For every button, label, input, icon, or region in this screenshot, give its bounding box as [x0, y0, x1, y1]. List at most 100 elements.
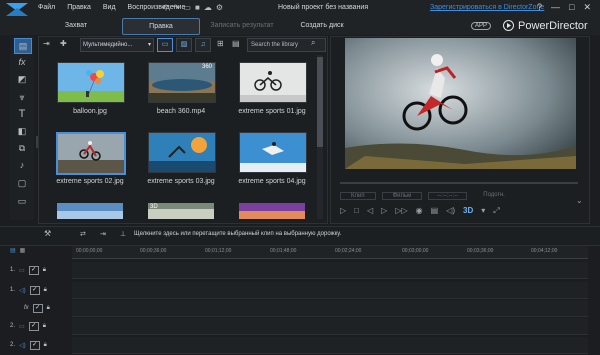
fx-icon[interactable]: fx	[14, 55, 30, 69]
undo-icon[interactable]: ↶	[162, 3, 169, 12]
title-icon[interactable]: T	[14, 107, 30, 121]
audio-filter-icon[interactable]: ♫	[195, 38, 211, 52]
settings-icon[interactable]: ⚙	[216, 3, 223, 12]
chapter-icon[interactable]: ▢	[14, 176, 30, 190]
lock-icon[interactable]: 🔒︎	[43, 267, 46, 274]
track-lane-audio-2[interactable]	[72, 337, 588, 354]
video-filter-icon[interactable]: ▭	[157, 38, 173, 52]
ruler-tick: 00;03;00;00	[402, 248, 429, 254]
ruler-tick: 00;01;12;00	[205, 248, 232, 254]
search-icon[interactable]: ⌕	[311, 38, 315, 48]
save-icon[interactable]: ■	[195, 3, 200, 12]
thumb-extreme-03[interactable]	[148, 132, 216, 173]
track-lane-video-2[interactable]	[72, 318, 588, 335]
storyboard-view-icon[interactable]: ▦	[20, 247, 26, 258]
thumb-extreme-02[interactable]	[56, 132, 126, 175]
detach-preview-icon[interactable]: ⤢	[493, 206, 499, 216]
transition-icon[interactable]: ◧	[14, 124, 30, 138]
quick-toolbar: ↶ ↷ ▭ ■ ☁ ⚙	[162, 3, 223, 12]
menu-file[interactable]: Файл	[38, 4, 55, 11]
subtitle-toggle-icon[interactable]: ▤	[431, 206, 439, 216]
magic-tool-icon[interactable]: ⚒	[44, 229, 51, 238]
track-enable-checkbox[interactable]: ✓	[29, 285, 40, 295]
timeline-view-icon[interactable]: ▤	[10, 247, 16, 258]
folder-icon[interactable]: ▭	[183, 3, 191, 12]
menu-view[interactable]: Вид	[103, 4, 116, 11]
subtitle-icon[interactable]: ▭	[14, 194, 30, 208]
image-filter-icon[interactable]: ▨	[176, 38, 192, 52]
play-icon[interactable]: ▷	[340, 206, 346, 216]
lock-icon[interactable]: 🔒︎	[44, 287, 47, 294]
ruler-tick: 00;01;48;00	[270, 248, 297, 254]
voiceover-icon[interactable]: ♪	[14, 158, 30, 172]
preview-options-icon[interactable]: ▾	[481, 206, 485, 216]
prev-frame-icon[interactable]: ◁	[367, 206, 373, 216]
snapshot-icon[interactable]: ◉	[416, 206, 423, 216]
track-number: 1.	[10, 287, 16, 293]
thumb-extreme-01[interactable]	[239, 62, 307, 103]
stop-icon[interactable]: □	[354, 206, 359, 216]
grid-view-icon[interactable]: ⊞	[217, 39, 224, 48]
fast-forward-icon[interactable]: ▷▷	[395, 206, 407, 216]
next-frame-icon[interactable]: ▷	[381, 206, 387, 216]
brand-logo-icon	[503, 20, 514, 31]
media-filter-dropdown[interactable]: Мультимедийно... ▾	[80, 38, 154, 52]
track-lane-fx[interactable]	[72, 300, 588, 317]
tab-create-disc[interactable]: Создать диск	[284, 18, 360, 33]
clip-mode-button[interactable]: Клип	[340, 192, 376, 200]
minimize-button[interactable]: —	[551, 2, 560, 13]
lock-icon[interactable]: 🔒︎	[44, 342, 47, 349]
caption-extreme-01: extreme sports 01.jpg	[238, 108, 306, 115]
caption-extreme-03: extreme sports 03.jpg	[147, 178, 215, 185]
badge-3d: 3D	[150, 204, 158, 210]
caption-beach-360: beach 360.mp4	[156, 108, 206, 115]
cloud-icon[interactable]: ☁	[204, 3, 212, 12]
mode-3d-button[interactable]: 3D	[463, 206, 473, 216]
media-filter-label: Мультимедийно...	[83, 42, 133, 48]
help-button[interactable]: ?	[537, 2, 542, 13]
track-lane-audio-1[interactable]	[72, 282, 588, 299]
media-room-icon[interactable]: ▤	[14, 38, 32, 54]
library-menu-icon[interactable]: ▤	[232, 39, 240, 48]
register-link[interactable]: Зарегистрироваться в DirectorZone	[430, 4, 544, 11]
pip-icon[interactable]: ◩	[14, 72, 30, 86]
library-scroll-thumb[interactable]	[317, 57, 323, 147]
track-lane-video-1[interactable]	[72, 262, 588, 279]
plugin-icon[interactable]: ✚	[60, 39, 67, 48]
particle-icon[interactable]: ⩔	[14, 90, 30, 104]
track-enable-checkbox[interactable]: ✓	[32, 303, 43, 313]
tab-produce[interactable]: Записать результат	[204, 18, 280, 33]
split-mode-icon[interactable]: ⊥	[120, 230, 126, 238]
caption-extreme-02: extreme sports 02.jpg	[56, 178, 124, 185]
insert-mode-icon[interactable]: ⇄	[80, 230, 86, 238]
fit-dropdown[interactable]: Подогн.	[473, 192, 515, 200]
thumb-balloon[interactable]	[57, 62, 125, 103]
app-logo-icon	[6, 3, 28, 16]
menu-edit[interactable]: Правка	[67, 4, 91, 11]
track-enable-checkbox[interactable]: ✓	[28, 265, 39, 275]
trim-mode-icon[interactable]: ⇥	[100, 230, 106, 238]
import-icon[interactable]: ⇥	[43, 39, 50, 48]
app-button[interactable]: APP	[471, 22, 492, 30]
close-button[interactable]: ✕	[583, 2, 591, 13]
redo-icon[interactable]: ↷	[173, 3, 180, 12]
thumb-row3-1[interactable]	[57, 203, 123, 219]
tab-edit[interactable]: Правка	[122, 18, 200, 35]
maximize-button[interactable]: □	[569, 2, 574, 13]
lock-icon[interactable]: 🔒︎	[47, 305, 50, 312]
lock-icon[interactable]: 🔒︎	[43, 323, 46, 330]
ruler-tick: 00;04;12;00	[531, 248, 558, 254]
track-header-fx: fx ✓ 🔒︎	[10, 300, 70, 316]
volume-icon[interactable]: ◁)	[446, 206, 455, 216]
library-scrollbar[interactable]	[317, 55, 323, 219]
movie-mode-button[interactable]: Фильм	[381, 192, 423, 200]
tab-capture[interactable]: Захват	[38, 18, 114, 33]
track-enable-checkbox[interactable]: ✓	[29, 340, 40, 350]
audio-mixing-icon[interactable]: ⧉	[14, 141, 30, 155]
expand-icon[interactable]: ⌄	[576, 196, 583, 205]
timecode-display[interactable]: --:--:--:--	[428, 192, 468, 200]
thumb-row3-3[interactable]	[239, 203, 305, 219]
preview-progress-bar[interactable]	[340, 182, 578, 184]
track-enable-checkbox[interactable]: ✓	[28, 321, 39, 331]
thumb-extreme-04[interactable]	[239, 132, 307, 173]
